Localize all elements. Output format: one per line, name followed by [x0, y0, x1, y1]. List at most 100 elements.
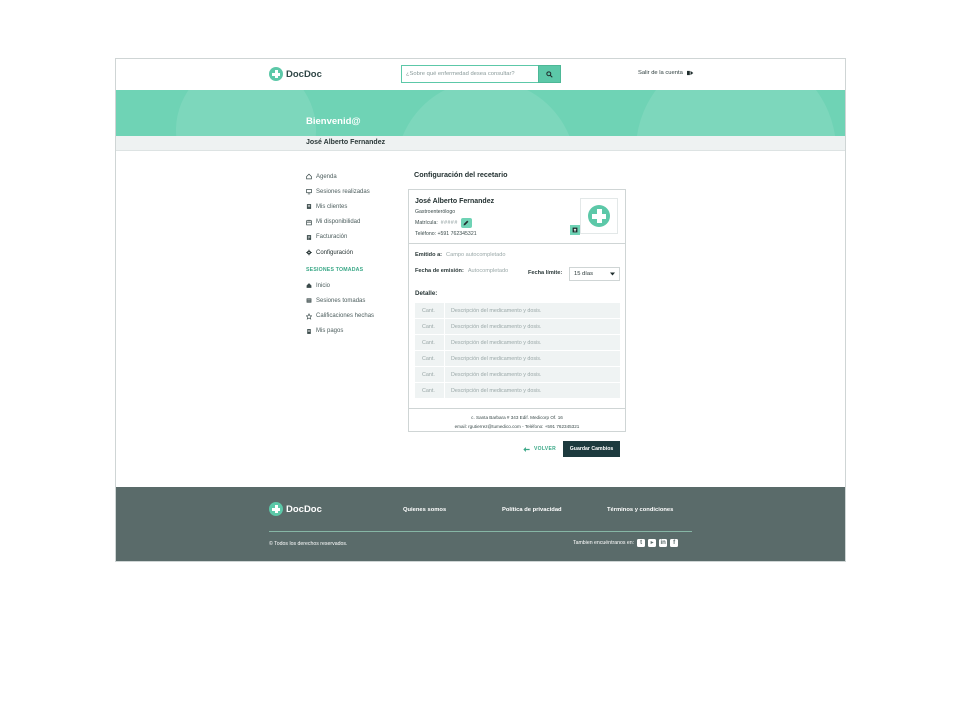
sidebar-item-facturacion[interactable]: Facturación — [306, 230, 396, 245]
home-icon — [306, 283, 312, 289]
detail-row[interactable]: Cant. Descripción del medicamento y dosis… — [415, 367, 620, 383]
sidebar-item-mi-disponibilidad[interactable]: Mi disponibilidad — [306, 215, 396, 230]
cross-logo-icon — [269, 502, 283, 516]
footer-link-privacidad[interactable]: Política de privacidad — [502, 507, 562, 513]
detalle-label: Detalle: — [415, 290, 438, 297]
description-field[interactable]: Descripción del medicamento y dosis. — [445, 308, 541, 314]
app-window: DocDoc Salir de la cuenta Bienvenid@ Jos… — [115, 58, 846, 562]
facebook-icon[interactable]: f — [670, 539, 679, 547]
sidebar-item-label: Facturación — [316, 234, 348, 241]
cross-logo-icon — [269, 67, 283, 81]
matricula-label: Matrícula: — [415, 220, 438, 226]
sidebar-item-agenda[interactable]: Agenda — [306, 169, 396, 184]
logout-link[interactable]: Salir de la cuenta — [638, 70, 694, 76]
description-field[interactable]: Descripción del medicamento y dosis. — [445, 324, 541, 330]
welcome-title: Bienvenid@ — [306, 116, 361, 127]
matricula-value: ##### — [440, 220, 458, 226]
page-title: Configuración del recetario — [414, 170, 508, 179]
logo-text: DocDoc — [286, 503, 322, 515]
back-button[interactable]: VOLVER — [523, 446, 556, 452]
detail-row[interactable]: Cant. Descripción del medicamento y dosis… — [415, 335, 620, 351]
fecha-limite-label: Fecha límite: — [528, 270, 563, 276]
fecha-limite-select[interactable]: 15 días — [569, 267, 620, 281]
calendar-icon — [306, 219, 312, 225]
pencil-icon — [463, 220, 469, 226]
detail-row[interactable]: Cant. Descripción del medicamento y dosis… — [415, 383, 620, 399]
search-input[interactable] — [401, 65, 538, 83]
arrow-left-icon — [523, 446, 530, 452]
twitter-icon[interactable]: t — [637, 539, 646, 547]
site-footer: DocDoc Quienes somos Política de privaci… — [116, 487, 845, 561]
chevron-down-icon — [610, 272, 615, 276]
emitido-field[interactable]: Campo autocompletado — [446, 252, 505, 258]
copyright-text: © Todos los derechos reservados. — [269, 541, 348, 547]
prescription-footer: c. Santa Barbara # 343 Edif. Medicorp Of… — [409, 408, 625, 432]
linkedin-icon[interactable]: in — [659, 539, 668, 547]
footer-logo[interactable]: DocDoc — [269, 502, 322, 516]
sidebar-item-label: Mi disponibilidad — [316, 219, 361, 226]
quantity-field[interactable]: Cant. — [415, 351, 445, 366]
description-field[interactable]: Descripción del medicamento y dosis. — [445, 340, 541, 346]
logout-label: Salir de la cuenta — [638, 70, 683, 76]
doctor-specialty: Gastroenterólogo — [415, 209, 456, 215]
description-field[interactable]: Descripción del medicamento y dosis. — [445, 356, 541, 362]
footer-link-terminos[interactable]: Términos y condiciones — [607, 507, 673, 513]
sidebar-item-label: Configuración — [316, 249, 354, 256]
doctor-phone: Teléfono: +591 762345321 — [415, 231, 477, 237]
prescription-card: José Alberto Fernandez Gastroenterólogo … — [408, 189, 626, 432]
footer-address: c. Santa Barbara # 343 Edif. Medicorp Of… — [471, 415, 563, 420]
welcome-banner: Bienvenid@ — [116, 90, 845, 136]
sidebar-item-label: Mis pagos — [316, 328, 344, 335]
quantity-field[interactable]: Cant. — [415, 319, 445, 334]
sidebar-item-label: Sesiones realizadas — [316, 188, 370, 195]
invoice-icon — [306, 234, 312, 240]
logo[interactable]: DocDoc — [269, 67, 322, 81]
sidebar-item-label: Agenda — [316, 173, 337, 180]
sidebar-item-sesiones-realizadas[interactable]: Sesiones realizadas — [306, 184, 396, 199]
sidebar-item-calificaciones[interactable]: Calificaciones hechas — [306, 309, 396, 324]
fecha-limite-value: 15 días — [574, 271, 594, 277]
doctor-name: José Alberto Fernandez — [415, 198, 495, 205]
list-icon — [306, 298, 312, 304]
quantity-field[interactable]: Cant. — [415, 335, 445, 350]
doctor-matricula: Matrícula: ##### — [415, 218, 472, 228]
divider — [269, 531, 692, 532]
cross-logo-icon — [588, 205, 610, 227]
quantity-field[interactable]: Cant. — [415, 303, 445, 318]
star-icon — [306, 312, 312, 320]
quantity-field[interactable]: Cant. — [415, 367, 445, 382]
home-icon — [306, 173, 312, 180]
sidebar-item-configuracion[interactable]: Configuración — [306, 245, 396, 260]
monitor-icon — [306, 189, 312, 195]
sidebar-item-inicio[interactable]: Inicio — [306, 278, 396, 293]
divider — [409, 243, 625, 244]
detail-row[interactable]: Cant. Descripción del medicamento y dosis… — [415, 319, 620, 335]
description-field[interactable]: Descripción del medicamento y dosis. — [445, 388, 541, 394]
sidebar-item-mis-pagos[interactable]: Mis pagos — [306, 324, 396, 339]
social-links: Tambien encuéntranos en: t ▸ in f — [573, 539, 679, 547]
footer-contact: email: rgutierrez@tumedico.com - Teléfon… — [454, 424, 580, 429]
sidebar: Agenda Sesiones realizadas Mis clientes … — [306, 169, 396, 339]
detail-row[interactable]: Cant. Descripción del medicamento y dosis… — [415, 303, 620, 319]
footer-link-quienes-somos[interactable]: Quienes somos — [403, 507, 446, 513]
fecha-emision-field[interactable]: Autocompletado — [468, 268, 508, 274]
quantity-field[interactable]: Cant. — [415, 383, 445, 398]
youtube-icon[interactable]: ▸ — [648, 539, 657, 547]
sidebar-item-mis-clientes[interactable]: Mis clientes — [306, 199, 396, 214]
logo-text: DocDoc — [286, 68, 322, 80]
upload-icon — [572, 227, 578, 233]
emitido-label: Emitido a: — [415, 252, 443, 258]
back-label: VOLVER — [534, 446, 556, 452]
detail-row[interactable]: Cant. Descripción del medicamento y dosis… — [415, 351, 620, 367]
search-button[interactable] — [538, 65, 561, 83]
upload-logo-button[interactable] — [570, 225, 580, 235]
save-button[interactable]: Guardar Cambios — [563, 441, 620, 457]
edit-matricula-button[interactable] — [460, 218, 472, 228]
sidebar-item-sesiones-tomadas[interactable]: Sesiones tomadas — [306, 293, 396, 308]
search-bar — [401, 65, 561, 83]
social-label: Tambien encuéntranos en: — [573, 540, 635, 546]
sidebar-section-title: SESIONES TOMADAS — [306, 267, 364, 274]
detail-list: Cant. Descripción del medicamento y dosis… — [415, 303, 620, 399]
fecha-emision-row: Fecha de emisión: Autocompletado — [415, 268, 508, 274]
description-field[interactable]: Descripción del medicamento y dosis. — [445, 372, 541, 378]
